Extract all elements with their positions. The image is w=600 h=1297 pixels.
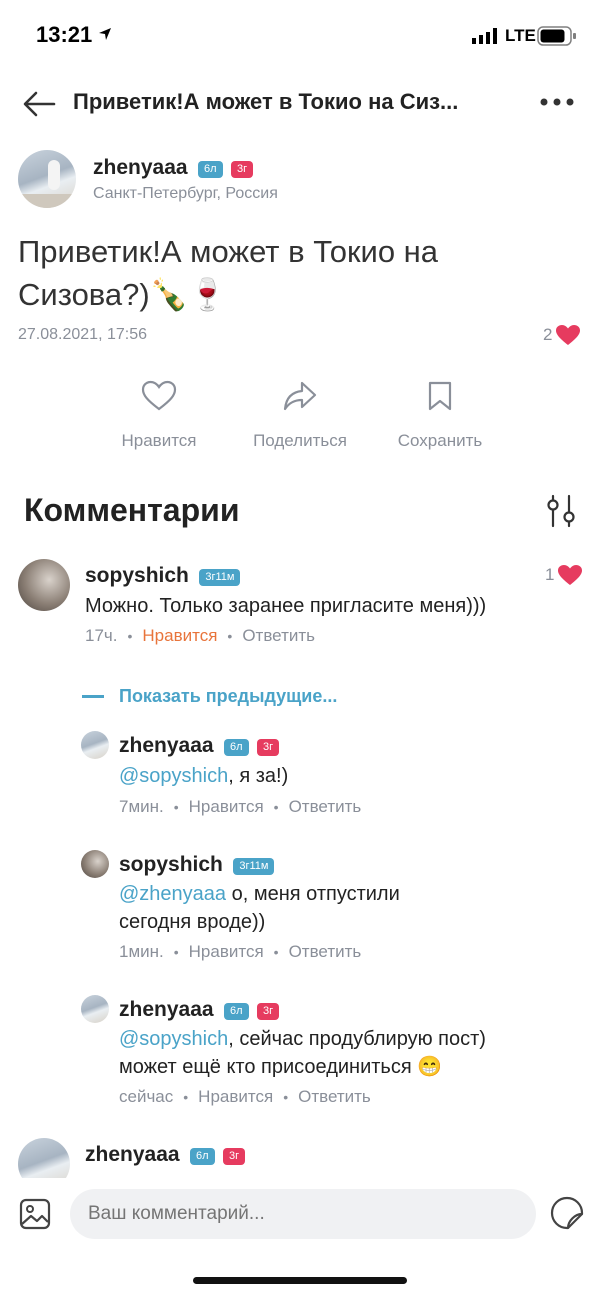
post-author-name[interactable]: zhenyaaa <box>93 156 188 179</box>
location-arrow-icon <box>98 27 112 41</box>
reply-reply-link[interactable]: Ответить <box>289 797 362 816</box>
reply-reply-link[interactable]: Ответить <box>298 1087 371 1106</box>
comment-meta: 17ч. • Нравится • Ответить <box>85 626 315 645</box>
reply-body: , я за!) <box>228 765 289 787</box>
share-action-label: Поделиться <box>253 431 347 450</box>
comment-like-link[interactable]: Нравится <box>142 626 217 645</box>
more-icon[interactable] <box>540 98 574 106</box>
comment-avatar[interactable] <box>18 559 70 611</box>
comment-reply-link[interactable]: Ответить <box>242 626 315 645</box>
tenure-badge: 3г11м <box>233 858 275 876</box>
reply-author-row: zhenyaaa 6л 3г <box>119 734 280 758</box>
comment-author-name[interactable]: zhenyaaa <box>85 1143 180 1166</box>
bookmark-icon <box>426 380 454 412</box>
signal-icon <box>472 28 498 44</box>
mention-link[interactable]: @sopyshich <box>119 765 228 787</box>
show-previous-button[interactable]: Показать предыдущие... <box>82 686 337 707</box>
reply-author-name[interactable]: zhenyaaa <box>119 998 214 1021</box>
post-author-avatar[interactable] <box>18 150 76 208</box>
comment-author-row: zhenyaaa 6л 3г <box>85 1143 246 1167</box>
heart-filled-icon <box>557 564 583 586</box>
heart-outline-icon <box>141 380 177 412</box>
reply-body: о, меня отпустили <box>226 883 400 905</box>
sticker-icon[interactable] <box>550 1196 584 1230</box>
back-arrow-icon[interactable] <box>22 90 56 118</box>
mention-link[interactable]: @sopyshich <box>119 1028 228 1050</box>
reply-author-name[interactable]: sopyshich <box>119 853 223 876</box>
show-previous-label: Показать предыдущие... <box>119 686 338 706</box>
reply-avatar[interactable] <box>81 731 109 759</box>
reply-text: @zhenyaaa о, меня отпустили сегодня врод… <box>119 880 400 936</box>
reply-meta: 1мин. • Нравится • Ответить <box>119 942 362 961</box>
reply-meta: 7мин. • Нравится • Ответить <box>119 797 362 816</box>
post-likes[interactable]: 2 <box>543 324 581 346</box>
reply-avatar[interactable] <box>81 995 109 1023</box>
image-attach-icon[interactable] <box>19 1198 51 1230</box>
like-action-label: Нравится <box>121 431 197 450</box>
reply-time: 7мин. <box>119 797 164 816</box>
reply-author-row: sopyshich 3г11м <box>119 853 275 877</box>
network-label: LTE <box>505 26 536 45</box>
reply-time: сейчас <box>119 1087 174 1106</box>
reply-body-line2: сегодня вроде)) <box>119 911 266 933</box>
comment-time: 17ч. <box>85 626 118 645</box>
reply-meta: сейчас • Нравится • Ответить <box>119 1087 371 1106</box>
like-action[interactable]: Нравится <box>104 380 214 451</box>
reply-like-link[interactable]: Нравится <box>189 942 264 961</box>
page-title: Приветик!А может в Токио на Сиз... <box>73 89 459 114</box>
reply-text: @sopyshich, сейчас продублирую пост) мож… <box>119 1025 486 1081</box>
header: Приветик!А может в Токио на Сиз... <box>0 74 600 134</box>
age-badge: 6л <box>224 739 249 757</box>
post-text: Приветик!А может в Токио на Сизова?)🍾🍷 <box>18 234 439 312</box>
composer-bar <box>0 1178 600 1250</box>
tenure-badge: 3г <box>223 1148 246 1166</box>
reply-author-row: zhenyaaa 6л 3г <box>119 998 280 1022</box>
heart-filled-icon <box>555 324 581 346</box>
comments-title: Комментарии <box>24 492 240 528</box>
reply-body: , сейчас продублирую пост) <box>228 1028 486 1050</box>
reply-like-link[interactable]: Нравится <box>189 797 264 816</box>
share-action[interactable]: Поделиться <box>240 380 360 451</box>
reply-time: 1мин. <box>119 942 164 961</box>
age-badge: 6л <box>198 161 223 179</box>
post-author-row: zhenyaaa 6л 3г <box>93 156 254 180</box>
home-indicator <box>193 1277 407 1284</box>
reply-body-line2: может ещё кто присоединиться 😁 <box>119 1056 443 1078</box>
age-badge: 6л <box>190 1148 215 1166</box>
reply-like-link[interactable]: Нравится <box>198 1087 273 1106</box>
mention-link[interactable]: @zhenyaaa <box>119 883 226 905</box>
tenure-badge: 3г <box>231 161 254 179</box>
reply-reply-link[interactable]: Ответить <box>289 942 362 961</box>
age-badge: 6л <box>224 1003 249 1021</box>
save-action-label: Сохранить <box>397 431 483 450</box>
post-likes-count: 2 <box>543 325 553 344</box>
post-location: Санкт-Петербург, Россия <box>93 185 278 202</box>
comment-author-name[interactable]: sopyshich <box>85 564 189 587</box>
post-date: 27.08.2021, 17:56 <box>18 326 148 343</box>
reply-avatar[interactable] <box>81 850 109 878</box>
comment-likes[interactable]: 1 <box>545 564 583 586</box>
comment-avatar[interactable] <box>18 1138 70 1180</box>
reply-text: @sopyshich, я за!) <box>119 762 288 790</box>
filter-icon[interactable] <box>544 494 578 528</box>
save-action[interactable]: Сохранить <box>385 380 495 451</box>
battery-icon <box>537 26 577 46</box>
status-bar: 13:21 LTE <box>0 0 600 70</box>
comment-input[interactable] <box>70 1189 536 1239</box>
partial-comment: zhenyaaa 6л 3г <box>0 1130 600 1180</box>
share-icon <box>283 380 317 412</box>
tenure-badge: 3г <box>257 1003 280 1021</box>
comment-author-row: sopyshich 3г11м <box>85 564 241 588</box>
dash-icon <box>82 695 104 698</box>
comment-likes-count: 1 <box>545 565 555 584</box>
tenure-badge: 3г11м <box>199 569 241 587</box>
comment-text: Можно. Только заранее пригласите меня))) <box>85 595 487 617</box>
status-time: 13:21 <box>36 22 93 47</box>
reply-author-name[interactable]: zhenyaaa <box>119 734 214 757</box>
tenure-badge: 3г <box>257 739 280 757</box>
